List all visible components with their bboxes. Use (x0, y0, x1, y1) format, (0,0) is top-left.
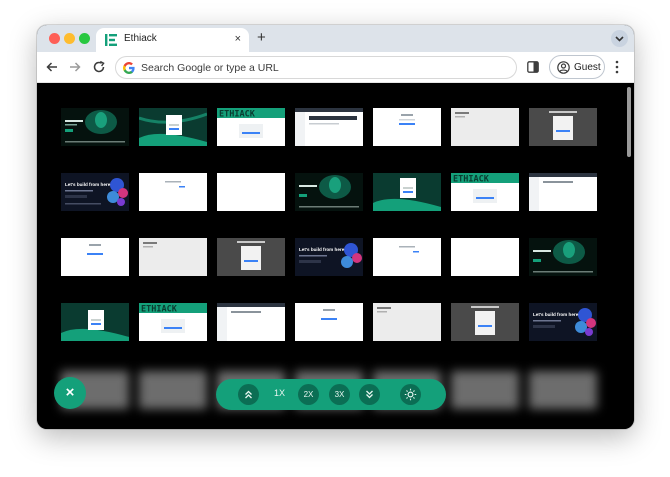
screenshot-thumbnail[interactable] (61, 238, 129, 276)
screenshot-thumbnail[interactable]: ETHIACK (217, 108, 285, 146)
profile-button[interactable]: Guest (549, 55, 605, 79)
zoom-control-bar: 1X 2X 3X (216, 379, 446, 410)
profile-label: Guest (574, 62, 601, 73)
screenshot-thumbnail[interactable] (373, 173, 441, 211)
screenshot-thumbnail[interactable] (295, 108, 363, 146)
zoom-2x-button[interactable]: 2X (298, 384, 319, 405)
screenshot-thumbnail[interactable] (217, 173, 285, 211)
zoom-1x-button[interactable]: 1X (274, 388, 285, 398)
scroll-down-button[interactable] (359, 384, 380, 405)
arrow-right-icon[interactable] (68, 60, 82, 74)
thumbnail-wordmark: ETHIACK (141, 305, 178, 315)
thumbnail-hero-heading: Let's build from here (65, 182, 111, 187)
arrow-left-icon[interactable] (45, 60, 59, 74)
tab-title: Ethiack (124, 33, 157, 44)
address-bar-placeholder: Search Google or type a URL (141, 62, 279, 74)
window-zoom-control[interactable] (79, 33, 90, 44)
screenshot-thumbnail[interactable] (373, 108, 441, 146)
side-panel-icon[interactable] (527, 61, 539, 73)
browser-toolbar: Search Google or type a URL Guest (37, 52, 634, 83)
screenshot-thumbnail[interactable] (451, 303, 519, 341)
address-bar[interactable]: Search Google or type a URL (115, 56, 517, 79)
screenshot-thumbnail[interactable]: Let's build from here (61, 173, 129, 211)
screenshot-thumbnail[interactable] (373, 238, 441, 276)
thumbnail-wordmark: ETHIACK (219, 110, 256, 120)
vertical-scrollbar[interactable] (626, 83, 632, 429)
new-tab-button[interactable]: + (257, 30, 266, 46)
tab-search-button[interactable] (611, 30, 628, 47)
screenshot-thumbnail[interactable]: Let's build from here (295, 238, 363, 276)
person-circle-icon (557, 61, 570, 74)
scroll-up-button[interactable] (238, 384, 259, 405)
scrollbar-thumb[interactable] (627, 87, 631, 157)
double-chevron-down-icon (366, 390, 373, 399)
screenshot-thumbnail[interactable] (139, 108, 207, 146)
google-g-icon (123, 62, 135, 74)
screenshot-thumbnail[interactable]: Let's build from here (529, 303, 597, 341)
screenshot-thumbnail[interactable]: ETHIACK (451, 173, 519, 211)
zoom-3x-button[interactable]: 3X (329, 384, 350, 405)
screenshot-thumbnail[interactable] (295, 173, 363, 211)
screenshot-thumbnail[interactable] (61, 108, 129, 146)
reload-icon[interactable] (92, 60, 106, 74)
screenshot-thumbnail[interactable] (61, 303, 129, 341)
sun-icon (404, 388, 417, 401)
window-minimize-control[interactable] (64, 33, 75, 44)
close-overview-button[interactable]: × (54, 377, 86, 409)
page-viewport: ETHIACK Let's build from here ETHIACK Le… (37, 83, 634, 429)
tab-close-icon[interactable]: × (235, 32, 241, 46)
screenshot-thumbnail[interactable] (373, 303, 441, 341)
screenshot-thumbnail[interactable] (451, 108, 519, 146)
ethiack-logo-icon (105, 34, 117, 46)
kebab-menu-icon[interactable] (615, 60, 619, 74)
theme-toggle-button[interactable] (400, 384, 421, 405)
screenshot-thumbnail[interactable] (217, 238, 285, 276)
thumbnail-wordmark: ETHIACK (453, 175, 490, 185)
tab-strip: Ethiack × + (37, 25, 634, 52)
browser-tab-active[interactable]: Ethiack × (96, 28, 249, 52)
screenshot-thumbnail[interactable] (295, 303, 363, 341)
screenshot-thumbnail[interactable]: ETHIACK (139, 303, 207, 341)
thumbnail-hero-heading: Let's build from here (533, 312, 579, 317)
screenshot-thumbnail[interactable] (139, 173, 207, 211)
double-chevron-up-icon (245, 390, 252, 399)
screenshot-thumbnail[interactable] (529, 238, 597, 276)
browser-window: Ethiack × + Search Google or type a URL … (37, 25, 634, 429)
thumbnail-hero-heading: Let's build from here (299, 247, 345, 252)
screenshot-thumbnail[interactable] (529, 173, 597, 211)
screenshot-thumbnail[interactable] (451, 238, 519, 276)
chevron-down-icon (615, 36, 624, 42)
window-close-control[interactable] (49, 33, 60, 44)
screenshot-thumbnail[interactable] (217, 303, 285, 341)
screenshot-thumbnail[interactable] (139, 238, 207, 276)
screenshot-thumbnail[interactable] (529, 108, 597, 146)
